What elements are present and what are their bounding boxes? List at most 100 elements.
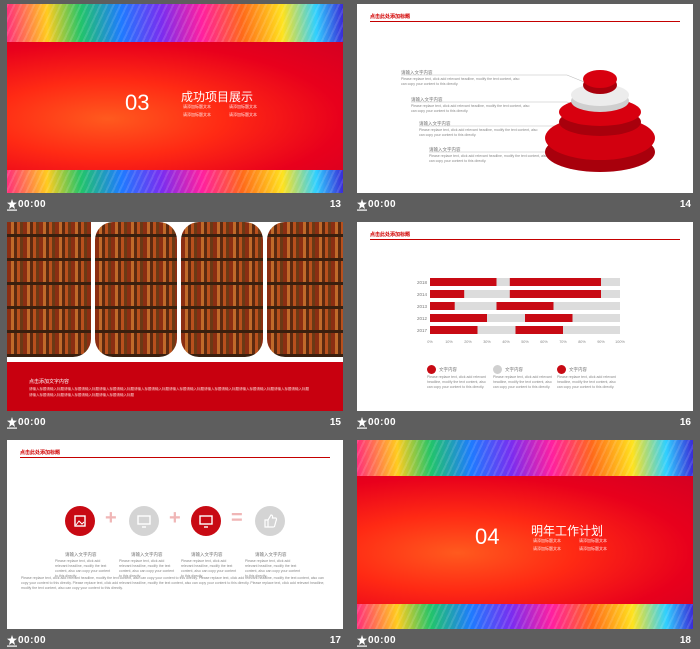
item-title: 请输入文字内容 bbox=[131, 552, 163, 557]
x-tick-label: 0% bbox=[427, 340, 433, 344]
legend-body: Please replace text, click add relevant … bbox=[493, 375, 552, 389]
subtitle-item: 请添加标题文本 bbox=[183, 104, 211, 109]
slide-14-canvas: 点击此处添加标题 请输入文字内容 Please replace text, cl… bbox=[357, 4, 693, 193]
transition-star-icon[interactable] bbox=[7, 635, 17, 647]
legend-title: 文字内容 bbox=[439, 367, 457, 372]
slide-timing: 00:00 bbox=[18, 199, 47, 210]
slide-header: 点击此处添加标题 bbox=[20, 450, 61, 456]
item-title: 请输入文字内容 bbox=[65, 552, 97, 557]
subtitle-item: 请添加标题文本 bbox=[579, 538, 607, 543]
slide-number: 13 bbox=[329, 199, 341, 210]
section-title: 成功项目展示 bbox=[181, 90, 254, 104]
slide-timing: 00:00 bbox=[18, 635, 47, 646]
caption-line: 请输入标题请输入标题请输入标题请输入标题请输入标题请输入标题 bbox=[29, 393, 134, 397]
slide-meta: 00:00 16 bbox=[357, 417, 693, 431]
slide-number: 14 bbox=[679, 199, 691, 210]
slide-meta: 00:00 18 bbox=[357, 635, 693, 649]
header-divider bbox=[20, 457, 330, 458]
category-label: 2014 bbox=[417, 292, 428, 297]
x-tick-label: 60% bbox=[540, 340, 548, 344]
bar-segment bbox=[430, 302, 455, 310]
x-tick-label: 50% bbox=[521, 340, 529, 344]
slide-number: 17 bbox=[329, 635, 341, 646]
slide-timing: 00:00 bbox=[18, 417, 47, 428]
bar-segment bbox=[509, 278, 601, 286]
monitor-icon bbox=[129, 506, 159, 536]
slide-18-canvas: 04 明年工作计划 请添加标题文本 请添加标题文本 请添加标题文本 请添加标题文… bbox=[357, 440, 693, 629]
subtitle-item: 请添加标题文本 bbox=[533, 546, 561, 551]
x-tick-label: 10% bbox=[445, 340, 453, 344]
section-number: 03 bbox=[125, 90, 150, 115]
transition-star-icon[interactable] bbox=[357, 199, 367, 211]
x-tick-label: 70% bbox=[559, 340, 567, 344]
item-title: 请输入文字内容 bbox=[191, 552, 223, 557]
caption-line: 请输入标题请输入标题请输入标题请输入标题请输入标题请输入标题请输入标题请输入标题… bbox=[29, 387, 309, 391]
section-title: 明年工作计划 bbox=[531, 524, 604, 538]
section-number: 04 bbox=[475, 524, 500, 549]
bar-segment bbox=[496, 302, 554, 310]
legend-title: 文字内容 bbox=[505, 367, 523, 372]
category-label: 2013 bbox=[417, 304, 428, 309]
footer-text: Please replace text, click add relevant … bbox=[21, 576, 325, 590]
legend-dot bbox=[427, 365, 436, 374]
slide-number: 18 bbox=[679, 635, 691, 646]
x-tick-label: 30% bbox=[483, 340, 491, 344]
slide-16-canvas: 点击此处添加标题 2018 2014 2013 2012 2017 0% 10% 20% 30%… bbox=[357, 222, 693, 411]
plus-icon: + bbox=[169, 507, 181, 529]
subtitle-item: 请添加标题文本 bbox=[183, 112, 211, 117]
transition-star-icon[interactable] bbox=[357, 635, 367, 647]
x-tick-label: 80% bbox=[578, 340, 586, 344]
slide-timing: 00:00 bbox=[368, 417, 397, 428]
slide-meta: 00:00 13 bbox=[7, 199, 343, 213]
slide-meta: 00:00 15 bbox=[7, 417, 343, 431]
caption-title: 点击添加文字内容 bbox=[29, 379, 70, 385]
slide-17-canvas: 点击此处添加标题 + + = 请输入文字内容 Please replace te… bbox=[7, 440, 343, 629]
x-tick-label: 90% bbox=[597, 340, 605, 344]
bar-segment bbox=[430, 326, 478, 334]
slide-meta: 00:00 14 bbox=[357, 199, 693, 213]
x-tick-label: 100% bbox=[615, 340, 625, 344]
category-label: 2018 bbox=[417, 280, 428, 285]
red-band bbox=[7, 42, 343, 170]
red-band bbox=[357, 476, 693, 604]
plus-icon: + bbox=[105, 507, 117, 529]
legend-dot bbox=[557, 365, 566, 374]
category-label: 2017 bbox=[417, 328, 428, 333]
legend-body: Please replace text, click add relevant … bbox=[557, 375, 616, 389]
bar-segment bbox=[515, 326, 563, 334]
category-label: 2012 bbox=[417, 316, 428, 321]
legend-body: Please replace text, click add relevant … bbox=[427, 375, 486, 389]
subtitle-item: 请添加标题文本 bbox=[533, 538, 561, 543]
transition-star-icon[interactable] bbox=[7, 417, 17, 429]
slide-13-canvas: 03 成功项目展示 请添加标题文本 请添加标题文本 请添加标题文本 请添加标题文… bbox=[7, 4, 343, 193]
transition-star-icon[interactable] bbox=[7, 199, 17, 211]
bar-segment bbox=[430, 290, 465, 298]
slide-timing: 00:00 bbox=[368, 199, 397, 210]
bar-segment bbox=[430, 314, 487, 322]
slide-number: 15 bbox=[329, 417, 341, 428]
subtitle-item: 请添加标题文本 bbox=[229, 112, 257, 117]
monitor-icon bbox=[191, 506, 221, 536]
thumbs-up-icon bbox=[255, 506, 285, 536]
subtitle-item: 请添加标题文本 bbox=[229, 104, 257, 109]
transition-star-icon[interactable] bbox=[357, 417, 367, 429]
bookshelf-photo bbox=[95, 222, 177, 357]
slide-meta: 00:00 17 bbox=[7, 635, 343, 649]
bar-segment bbox=[509, 290, 601, 298]
x-tick-label: 20% bbox=[464, 340, 472, 344]
slide-timing: 00:00 bbox=[368, 635, 397, 646]
slide-number: 16 bbox=[679, 417, 691, 428]
slide-15-canvas: 点击添加文字内容 请输入标题请输入标题请输入标题请输入标题请输入标题请输入标题请… bbox=[7, 222, 343, 411]
equals-icon: = bbox=[231, 507, 243, 529]
legend-title: 文字内容 bbox=[569, 367, 587, 372]
image-icon bbox=[65, 506, 95, 536]
bookshelf-photo bbox=[7, 222, 91, 357]
x-tick-label: 40% bbox=[502, 340, 510, 344]
item-title: 请输入文字内容 bbox=[255, 552, 287, 557]
legend-dot bbox=[493, 365, 502, 374]
bar-segment bbox=[525, 314, 573, 322]
bookshelf-photo bbox=[181, 222, 263, 357]
bar-segment bbox=[430, 278, 497, 286]
bookshelf-photo bbox=[267, 222, 343, 357]
subtitle-item: 请添加标题文本 bbox=[579, 546, 607, 551]
